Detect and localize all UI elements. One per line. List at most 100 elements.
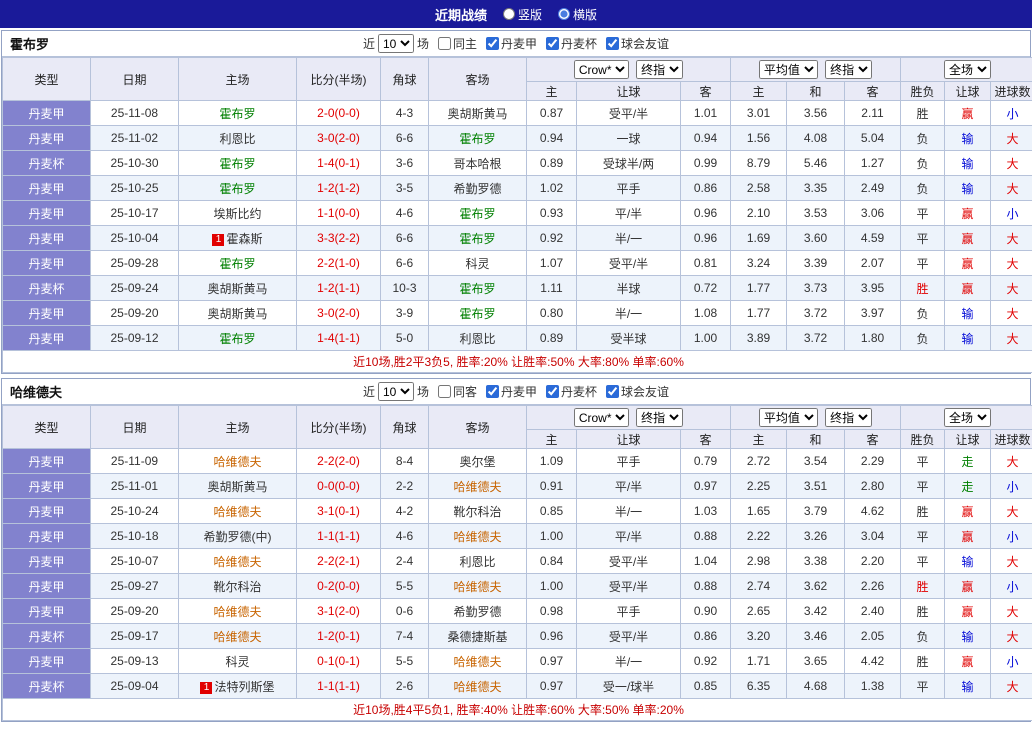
odds-away-cell: 0.97 [680,473,731,499]
handicap-line-cell: 受平/半 [576,623,681,649]
goals-cell: 小 [990,573,1032,599]
average-filter-cell: 平均值 终指 [729,405,902,430]
odds-home-cell: 1.09 [526,448,577,474]
handicap-line-cell: 平/半 [576,523,681,549]
handicap-result-cell: 赢 [944,275,992,301]
goals-cell: 大 [990,125,1032,151]
score-cell: 3-3(2-2) [296,225,381,251]
avg-home-cell: 3.20 [730,623,787,649]
avg-draw-cell: 3.73 [786,275,845,301]
avg-home-cell: 2.58 [730,175,787,201]
cup-checkbox[interactable]: 丹麦杯 [540,383,597,400]
home-team-cell: 哈维德夫 [178,498,297,524]
red-card-badge: 1 [200,681,213,694]
home-team-cell: 霍布罗 [178,175,297,201]
league-checkbox[interactable]: 丹麦甲 [480,35,537,52]
average-select[interactable]: 平均值 [758,60,818,79]
odds-away-cell: 0.94 [680,125,731,151]
col-type: 类型 [2,57,91,101]
date-cell: 25-09-12 [90,325,179,351]
final-odds-select-2[interactable]: 终指 [825,408,873,427]
layout-radio-vertical[interactable]: 竖版 [502,6,542,23]
scope-select[interactable]: 全场 [944,60,992,79]
corner-cell: 5-0 [380,325,429,351]
home-team-cell: 奥胡斯黄马 [178,275,297,301]
odds-away-cell: 0.88 [680,523,731,549]
league-type-cell: 丹麦杯 [2,623,91,649]
team-header-row: 霍布罗 近 10 场 同主 丹麦甲 丹麦杯 球会友谊 [2,31,1030,57]
score-cell: 2-2(1-0) [296,250,381,276]
date-cell: 25-10-07 [90,548,179,574]
match-row: 丹麦甲 25-09-20 哈维德夫 3-1(2-0) 0-6 希勤罗德 0.98 平手 0.90… [2,598,1032,624]
goals-cell: 小 [990,100,1032,126]
same-venue-checkbox[interactable]: 同主 [432,35,477,52]
league-type-cell: 丹麦甲 [2,225,91,251]
result-cell: 胜 [900,648,946,674]
odds-home-cell: 0.87 [526,100,577,126]
friendly-checkbox[interactable]: 球会友谊 [600,383,669,400]
recent-count-select[interactable]: 10 [377,382,414,401]
average-select[interactable]: 平均值 [758,408,818,427]
avg-home-cell: 2.25 [730,473,787,499]
avg-away-cell: 3.04 [843,523,902,549]
cup-checkbox[interactable]: 丹麦杯 [540,35,597,52]
avg-away-cell: 1.38 [843,673,902,699]
score-cell: 0-1(0-1) [296,648,381,674]
final-odds-select-2[interactable]: 终指 [825,60,873,79]
avg-draw-cell: 3.39 [786,250,845,276]
home-team-cell: 靴尔科治 [178,573,297,599]
odds-home-cell: 0.96 [526,623,577,649]
col-avg-draw: 和 [786,429,845,449]
vertical-radio[interactable] [502,8,515,20]
odds-away-cell: 0.85 [680,673,731,699]
corner-cell: 7-4 [380,623,429,649]
corner-cell: 4-2 [380,498,429,524]
league-type-cell: 丹麦甲 [2,100,91,126]
league-type-cell: 丹麦甲 [2,200,91,226]
odds-home-cell: 0.80 [526,300,577,326]
odds-away-cell: 1.08 [680,300,731,326]
handicap-result-cell: 赢 [944,523,992,549]
col-goals: 进球数 [990,429,1032,449]
odds-home-cell: 1.00 [526,523,577,549]
score-cell: 1-2(1-2) [296,175,381,201]
corner-cell: 4-3 [380,100,429,126]
handicap-line-cell: 半/一 [576,300,681,326]
corner-cell: 6-6 [380,250,429,276]
horizontal-radio[interactable] [558,8,570,20]
recent-count-select[interactable]: 10 [377,34,414,53]
date-cell: 25-10-25 [90,175,179,201]
final-odds-select[interactable]: 终指 [636,60,684,79]
result-cell: 负 [900,175,946,201]
bookmaker-select[interactable]: Crow* [573,408,629,427]
home-team-cell: 奥胡斯黄马 [178,473,297,499]
odds-away-cell: 0.92 [680,648,731,674]
handicap-line-cell: 受半球 [576,325,681,351]
match-row: 丹麦甲 25-09-12 霍布罗 1-4(1-1) 5-0 利恩比 0.89 受半球 1.00 3… [2,325,1032,351]
goals-cell: 小 [990,523,1032,549]
col-home: 主场 [178,57,297,101]
avg-draw-cell: 3.26 [786,523,845,549]
corner-cell: 3-6 [380,150,429,176]
handicap-line-cell: 半/一 [576,498,681,524]
date-cell: 25-09-24 [90,275,179,301]
same-venue-checkbox[interactable]: 同客 [432,383,477,400]
avg-away-cell: 2.11 [843,100,902,126]
avg-home-cell: 1.77 [730,275,787,301]
red-card-badge: 1 [212,233,225,246]
result-cell: 平 [900,250,946,276]
match-row: 丹麦甲 25-09-27 靴尔科治 0-2(0-0) 5-5 哈维德夫 1.00 受平/半 0.… [2,573,1032,599]
bookmaker-select[interactable]: Crow* [573,60,629,79]
layout-radio-horizontal[interactable]: 横版 [558,6,597,23]
odds-home-cell: 0.91 [526,473,577,499]
match-row: 丹麦杯 25-10-30 霍布罗 1-4(0-1) 3-6 哥本哈根 0.89 受球半/两 0.… [2,150,1032,176]
handicap-result-cell: 赢 [944,498,992,524]
friendly-checkbox[interactable]: 球会友谊 [600,35,669,52]
league-checkbox[interactable]: 丹麦甲 [480,383,537,400]
final-odds-select[interactable]: 终指 [636,408,684,427]
scope-select[interactable]: 全场 [944,408,992,427]
match-row: 丹麦甲 25-09-13 科灵 0-1(0-1) 5-5 哈维德夫 0.97 半/一 0.92 1… [2,648,1032,674]
score-cell: 0-2(0-0) [296,573,381,599]
handicap-line-cell: 受平/半 [576,573,681,599]
match-row: 丹麦甲 25-10-17 埃斯比约 1-1(0-0) 4-6 霍布罗 0.93 平/半 0.96… [2,200,1032,226]
